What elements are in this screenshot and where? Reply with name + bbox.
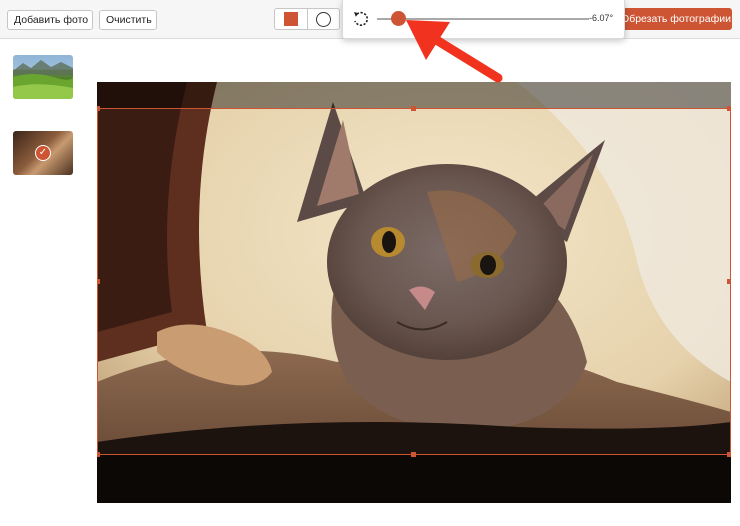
- crop-photos-button[interactable]: Обрезать фотографии: [620, 8, 732, 30]
- clear-button[interactable]: Очистить: [99, 10, 157, 30]
- square-shape-icon: [283, 12, 298, 26]
- annotation-arrow: [406, 20, 503, 83]
- landscape-thumbnail-image: [13, 60, 73, 99]
- rotate-icon[interactable]: [352, 10, 370, 28]
- add-photo-button[interactable]: Добавить фото: [7, 10, 93, 30]
- thumbnail-cat[interactable]: ✓: [13, 131, 73, 175]
- square-shape-button[interactable]: [275, 9, 307, 29]
- thumbnail-landscape[interactable]: [13, 55, 73, 99]
- photo-preview[interactable]: [97, 82, 731, 503]
- circle-shape-icon: [315, 11, 331, 27]
- cat-photo: [97, 82, 731, 503]
- crop-shape-selector: [274, 8, 340, 30]
- checkmark-icon: ✓: [35, 145, 51, 161]
- circle-shape-button[interactable]: [306, 9, 340, 29]
- rotation-angle-value: -6.07°: [589, 13, 614, 23]
